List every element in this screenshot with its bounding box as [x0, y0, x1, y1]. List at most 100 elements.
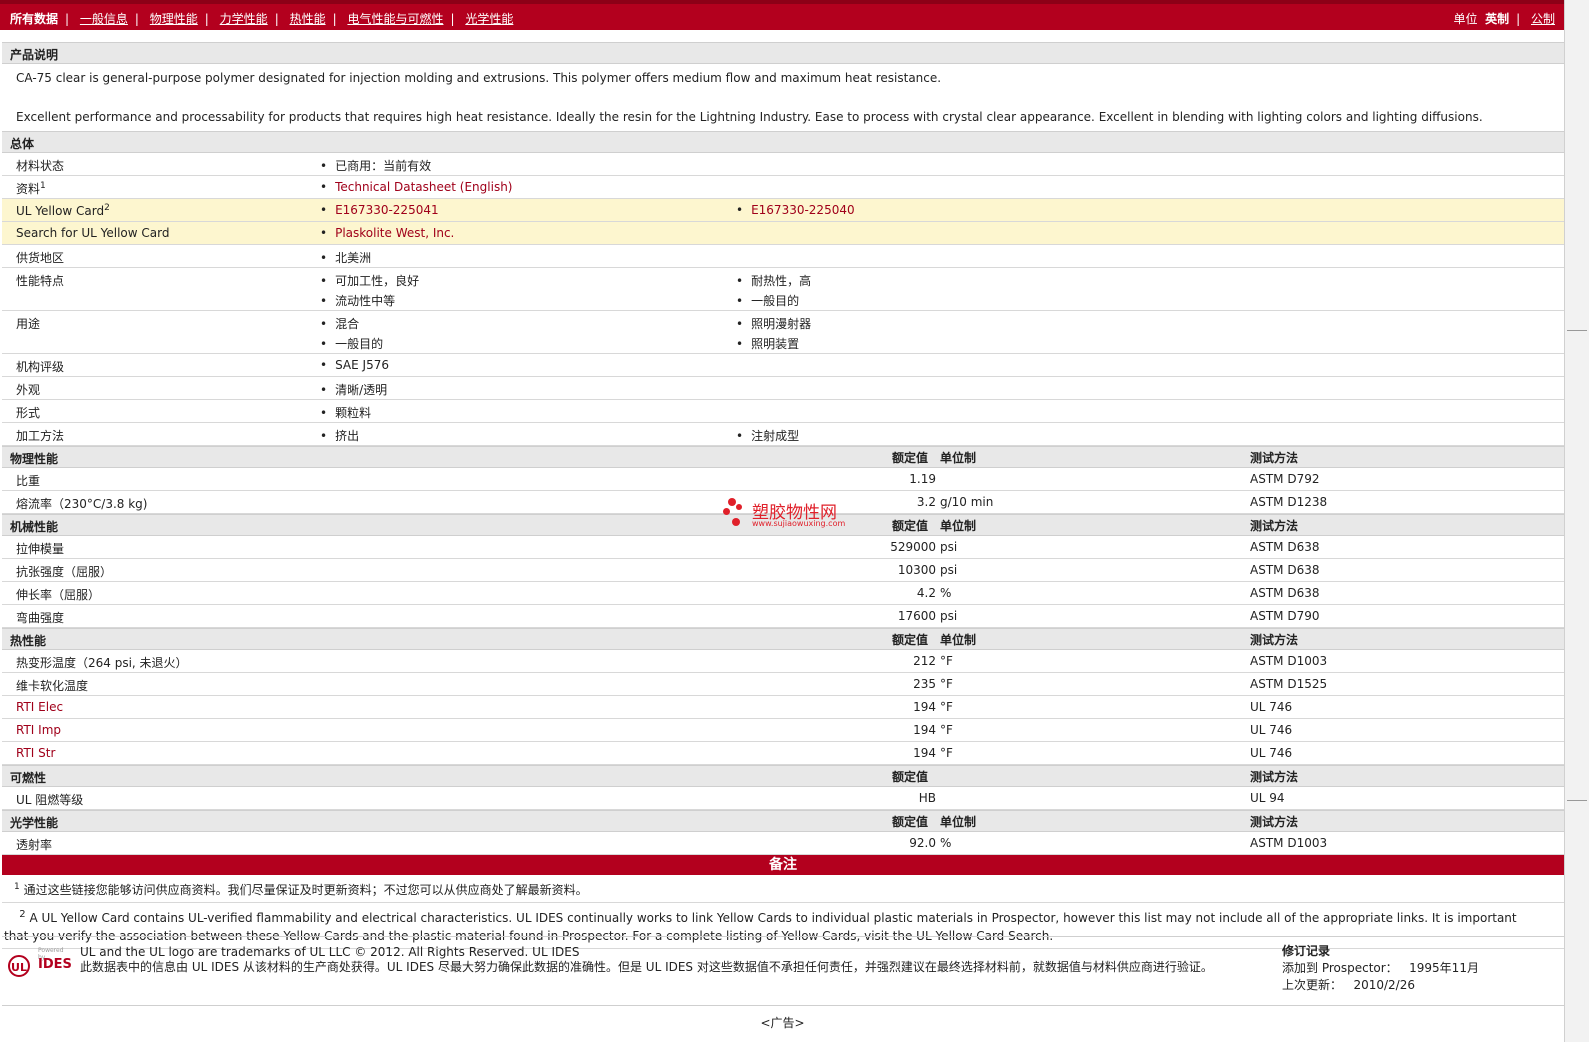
- revision-title: 修订记录: [1282, 944, 1331, 958]
- property-label: 熔流率（230°C/3.8 kg): [16, 497, 148, 511]
- section-optical: 光学性能 额定值 单位制 测试方法: [2, 810, 1564, 832]
- ides-wordmark: IDES: [38, 957, 72, 972]
- list-item: SAE J576: [320, 358, 389, 378]
- test-method: ASTM D1525: [1250, 677, 1328, 691]
- general-row: 性能特点 可加工性，良好流动性中等 耐热性，高一般目的: [2, 268, 1564, 311]
- property-label: 拉伸模量: [16, 542, 65, 556]
- row-label: 形式: [16, 404, 40, 421]
- section-flammability: 可燃性 额定值 测试方法: [2, 765, 1564, 787]
- ul-ides-logo[interactable]: Powered by UL IDES: [6, 945, 72, 979]
- description-paragraph: CA-75 clear is general-purpose polymer d…: [16, 71, 942, 85]
- tab-mechanical[interactable]: 力学性能: [220, 12, 268, 26]
- general-row: Search for UL Yellow Card Plaskolite West…: [2, 222, 1564, 245]
- value-text: 一般目的: [751, 294, 800, 308]
- row-label-text: UL Yellow Card: [16, 204, 105, 218]
- row-values: 北美洲: [320, 249, 371, 269]
- value-link[interactable]: E167330-225040: [751, 203, 855, 217]
- section-title: 机械性能: [10, 520, 59, 534]
- col-rated: 额定值: [892, 633, 929, 647]
- property-row: RTI Str 194 °F UL 746: [2, 742, 1564, 765]
- footnote-ref: 2: [104, 203, 110, 213]
- added-value: 1995年11月: [1409, 961, 1479, 975]
- ad-label: <广告>: [760, 1016, 805, 1030]
- section-thermal: 热性能 额定值 单位制 测试方法: [2, 628, 1564, 650]
- value-link[interactable]: Technical Datasheet (English): [335, 180, 512, 194]
- list-item: 可加工性，良好: [320, 272, 419, 292]
- property-value: 4.2: [916, 586, 936, 600]
- col-method: 测试方法: [1250, 815, 1299, 829]
- site-watermark: 塑胶物性网 www.sujiaowuxing.com: [722, 496, 852, 532]
- test-method: ASTM D638: [1250, 563, 1320, 577]
- property-label: 透射率: [16, 838, 53, 852]
- row-label-text: 外观: [16, 383, 41, 397]
- property-unit: psi: [940, 540, 958, 554]
- row-values: 耐热性，高一般目的: [736, 272, 811, 312]
- property-row: 比重 1.19 ASTM D792: [2, 468, 1564, 491]
- top-nav-bar: 所有数据 | 一般信息 | 物理性能 | 力学性能 | 热性能 | 电气性能与可燃性 | 光…: [0, 0, 1565, 30]
- row-values: 混合一般目的: [320, 315, 383, 355]
- added-label: 添加到 Prospector：: [1282, 961, 1398, 975]
- property-row: 拉伸模量 529000 psi ASTM D638: [2, 536, 1564, 559]
- test-method: UL 746: [1250, 723, 1293, 737]
- value-link[interactable]: E167330-225041: [335, 203, 439, 217]
- general-row: 形式 颗粒料: [2, 400, 1564, 423]
- property-value: 529000: [890, 540, 936, 554]
- row-label-text: 供货地区: [16, 251, 65, 265]
- value-text: 已商用：当前有效: [335, 159, 432, 173]
- value-text: 照明装置: [751, 337, 800, 351]
- units-english: 英制: [1485, 12, 1510, 26]
- property-value: HB: [918, 791, 936, 805]
- vertical-scrollbar[interactable]: [1564, 0, 1589, 1042]
- list-item: 一般目的: [736, 292, 811, 312]
- col-unit: 单位制: [940, 633, 977, 647]
- property-row: 透射率 92.0% ASTM D1003: [2, 832, 1564, 855]
- watermark-dot: [728, 498, 736, 506]
- units-metric-link[interactable]: 公制: [1531, 12, 1555, 26]
- property-row: 热变形温度（264 psi, 未退火） 212 °F ASTM D1003: [2, 650, 1564, 673]
- general-row: 加工方法 挤出 注射成型: [2, 423, 1564, 446]
- footnote-ref: 1: [40, 181, 46, 191]
- general-row: 外观 清晰/透明: [2, 377, 1564, 400]
- tab-general[interactable]: 一般信息: [80, 12, 128, 26]
- col-rated: 额定值: [892, 815, 929, 829]
- thermal-table: 热变形温度（264 psi, 未退火） 212 °F ASTM D1003 维卡软化温度…: [2, 650, 1564, 765]
- footnote-1: 1 通过这些链接您能够访问供应商资料。我们尽量保证及时更新资料；不过您可以从供应…: [2, 875, 1564, 903]
- ul-logo-icon: UL: [8, 955, 30, 977]
- value-text: 耐热性，高: [751, 274, 812, 288]
- flammability-table: UL 阻燃等级 HB UL 94: [2, 787, 1564, 810]
- optical-table: 透射率 92.0% ASTM D1003: [2, 832, 1564, 855]
- property-unit: °F: [940, 654, 953, 668]
- col-unit: 单位制: [940, 815, 977, 829]
- property-label[interactable]: RTI Imp: [16, 723, 61, 737]
- col-rated: 额定值: [892, 519, 929, 533]
- value-text: 混合: [335, 317, 360, 331]
- tab-all-data[interactable]: 所有数据: [10, 12, 58, 26]
- general-row: 资料1 Technical Datasheet (English): [2, 176, 1564, 199]
- test-method: ASTM D638: [1250, 586, 1320, 600]
- col-unit: 单位制: [940, 519, 977, 533]
- test-method: ASTM D792: [1250, 472, 1320, 486]
- row-label: Search for UL Yellow Card: [16, 226, 169, 240]
- property-value: 17600: [897, 609, 936, 623]
- tab-physical[interactable]: 物理性能: [150, 12, 198, 26]
- legal-line-1: UL and the UL logo are trademarks of UL …: [80, 945, 580, 959]
- test-method: ASTM D1003: [1250, 836, 1328, 850]
- property-label[interactable]: RTI Elec: [16, 700, 63, 714]
- tab-electrical[interactable]: 电气性能与可燃性: [347, 12, 443, 26]
- row-values: Plaskolite West, Inc.: [320, 226, 454, 246]
- value-link[interactable]: Plaskolite West, Inc.: [335, 226, 454, 240]
- test-method: UL 94: [1250, 791, 1285, 805]
- row-label: 供货地区: [16, 249, 64, 266]
- col-rated: 额定值: [892, 770, 929, 784]
- col-method: 测试方法: [1250, 451, 1299, 465]
- tab-optical[interactable]: 光学性能: [465, 12, 513, 26]
- general-row: 用途 混合一般目的 照明漫射器照明装置: [2, 311, 1564, 354]
- section-description: 产品说明: [2, 42, 1564, 64]
- row-label: 外观: [16, 381, 40, 398]
- value-text: 颗粒料: [335, 406, 372, 420]
- value-text: 照明漫射器: [751, 317, 812, 331]
- property-value: 10300: [897, 563, 936, 577]
- property-label[interactable]: RTI Str: [16, 746, 55, 760]
- tab-thermal[interactable]: 热性能: [290, 12, 326, 26]
- value-text: SAE J576: [335, 358, 389, 372]
